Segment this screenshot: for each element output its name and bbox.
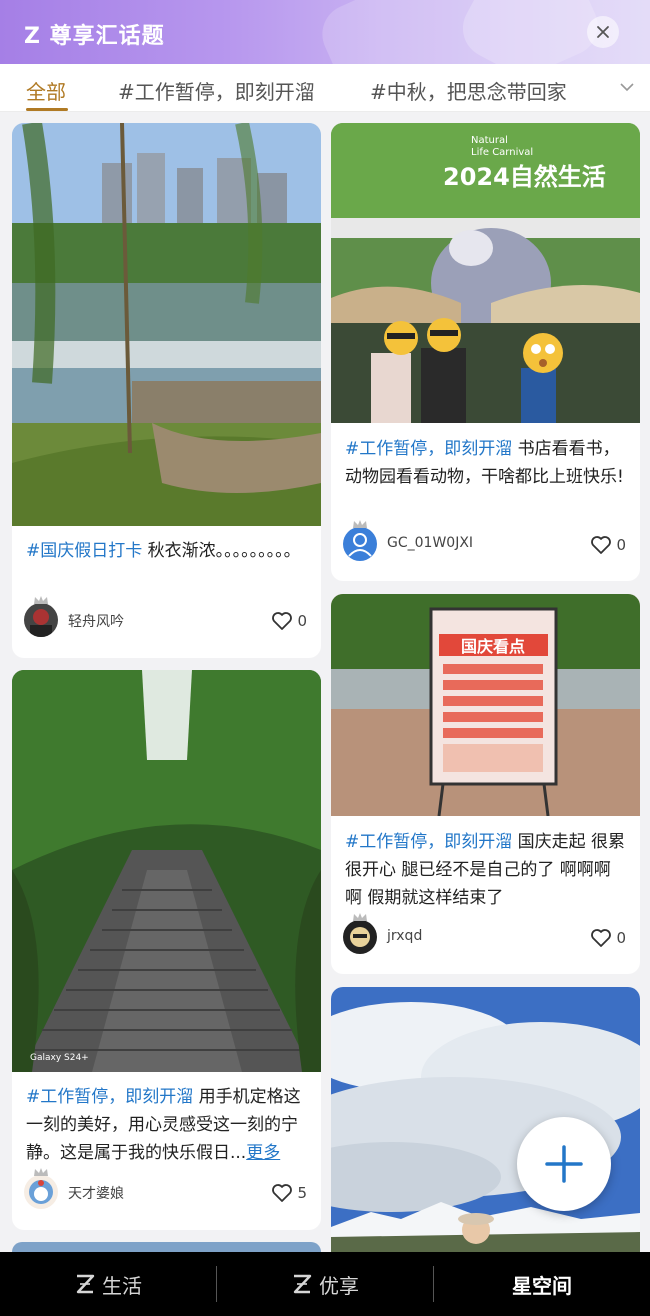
crown-icon [34,1168,48,1176]
post-image[interactable] [331,987,640,1252]
like-count: 5 [297,1184,307,1202]
like-button[interactable]: 0 [271,609,307,633]
bottom-nav: 生活 优享 星空间 [0,1252,650,1316]
avatar[interactable] [24,603,58,637]
heart-icon [272,1184,293,1202]
more-link[interactable]: 更多 [246,1143,280,1163]
close-icon [597,26,609,38]
heart-icon [591,536,612,554]
nav-premium[interactable]: 优享 [217,1252,433,1316]
username[interactable]: jrxqd [387,928,422,944]
plus-icon [545,1145,583,1183]
avatar[interactable] [24,1175,58,1209]
like-count: 0 [616,929,626,947]
header-decoration [452,0,650,64]
post-text[interactable]: #工作暂停，即刻开溜 国庆走起 很累很开心 腿已经不是自己的了 啊啊啊啊 假期就… [345,828,626,912]
post-meta: 天才婆娘 5 [24,1168,307,1213]
username[interactable]: 轻舟风吟 [68,611,124,631]
like-button[interactable]: 0 [590,926,626,950]
post-text[interactable]: #工作暂停，即刻开溜 书店看看书，动物园看看动物，干啥都比上班快乐! [345,435,626,491]
chevron-down-icon[interactable] [618,78,636,96]
nav-label: 优享 [319,1273,359,1298]
post-card[interactable] [12,1242,321,1252]
crown-icon [353,520,367,528]
post-card[interactable]: Natural Life Carnival 2024自然生活 #工作暂停，即刻开… [331,123,640,581]
banner-text: Life Carnival [471,147,533,158]
z-logo-icon [293,1274,312,1294]
avatar[interactable] [343,527,377,561]
post-meta: GC_01W0JXI 0 [343,520,626,565]
post-card[interactable] [331,987,640,1252]
topic-tabs: 全部 #工作暂停，即刻开溜 #中秋，把思念带回家 [0,64,650,112]
like-button[interactable]: 5 [271,1181,307,1205]
post-hashtag[interactable]: #工作暂停，即刻开溜 [345,439,512,459]
banner-text: 2024自然生活 [443,163,606,191]
tab-all[interactable]: 全部 [26,76,66,105]
post-text[interactable]: #工作暂停，即刻开溜 用手机定格这一刻的美好，用心灵感受这一刻的宁静。这是属于我… [26,1083,307,1167]
tab-mid-autumn[interactable]: #中秋，把思念带回家 [370,76,567,105]
topic-header: Z 尊享汇话题 [0,0,650,64]
nav-label: 星空间 [512,1273,572,1298]
crown-icon [353,913,367,921]
post-card[interactable]: 国庆看点 #工作暂停，即刻开溜 国庆走起 很累很开心 腿已经不是自己的了 啊啊啊… [331,594,640,974]
nav-life[interactable]: 生活 [0,1252,216,1316]
create-post-button[interactable] [517,1117,611,1211]
close-button[interactable] [587,16,619,48]
post-image[interactable]: Natural Life Carnival 2024自然生活 [331,123,640,423]
banner-text: Natural [471,135,508,146]
post-text[interactable]: #国庆假日打卡 秋衣渐浓。。。。。。。。。 [26,537,307,565]
username[interactable]: 天才婆娘 [68,1183,124,1203]
post-body: 秋衣渐浓。。。。。。。。。 [142,541,301,561]
username[interactable]: GC_01W0JXI [387,535,473,551]
like-button[interactable]: 0 [590,533,626,557]
page-title: Z 尊享汇话题 [24,24,165,49]
like-count: 0 [616,536,626,554]
post-card[interactable]: Galaxy S24+ #工作暂停，即刻开溜 用手机定格这一刻的美好，用心灵感受… [12,670,321,1230]
avatar[interactable] [343,920,377,954]
post-image[interactable]: 国庆看点 [331,594,640,816]
nav-star-space[interactable]: 星空间 [434,1252,650,1316]
tab-work-pause[interactable]: #工作暂停，即刻开溜 [118,76,315,105]
post-meta: 轻舟风吟 0 [24,596,307,641]
post-hashtag[interactable]: #工作暂停，即刻开溜 [26,1087,193,1107]
heart-icon [591,929,612,947]
heart-icon [272,612,293,630]
post-hashtag[interactable]: #国庆假日打卡 [26,541,142,561]
post-hashtag[interactable]: #工作暂停，即刻开溜 [345,832,512,852]
like-count: 0 [297,612,307,630]
z-logo-icon [76,1274,95,1294]
post-image[interactable] [12,123,321,526]
post-meta: jrxqd 0 [343,913,626,958]
nav-label: 生活 [102,1273,142,1298]
post-image[interactable]: Galaxy S24+ [12,670,321,1072]
sign-text: 国庆看点 [461,637,525,656]
post-card[interactable]: #国庆假日打卡 秋衣渐浓。。。。。。。。。 轻舟风吟 0 [12,123,321,658]
watermark-text: Galaxy S24+ [30,1053,89,1063]
crown-icon [34,596,48,604]
tab-active-indicator [26,108,68,111]
